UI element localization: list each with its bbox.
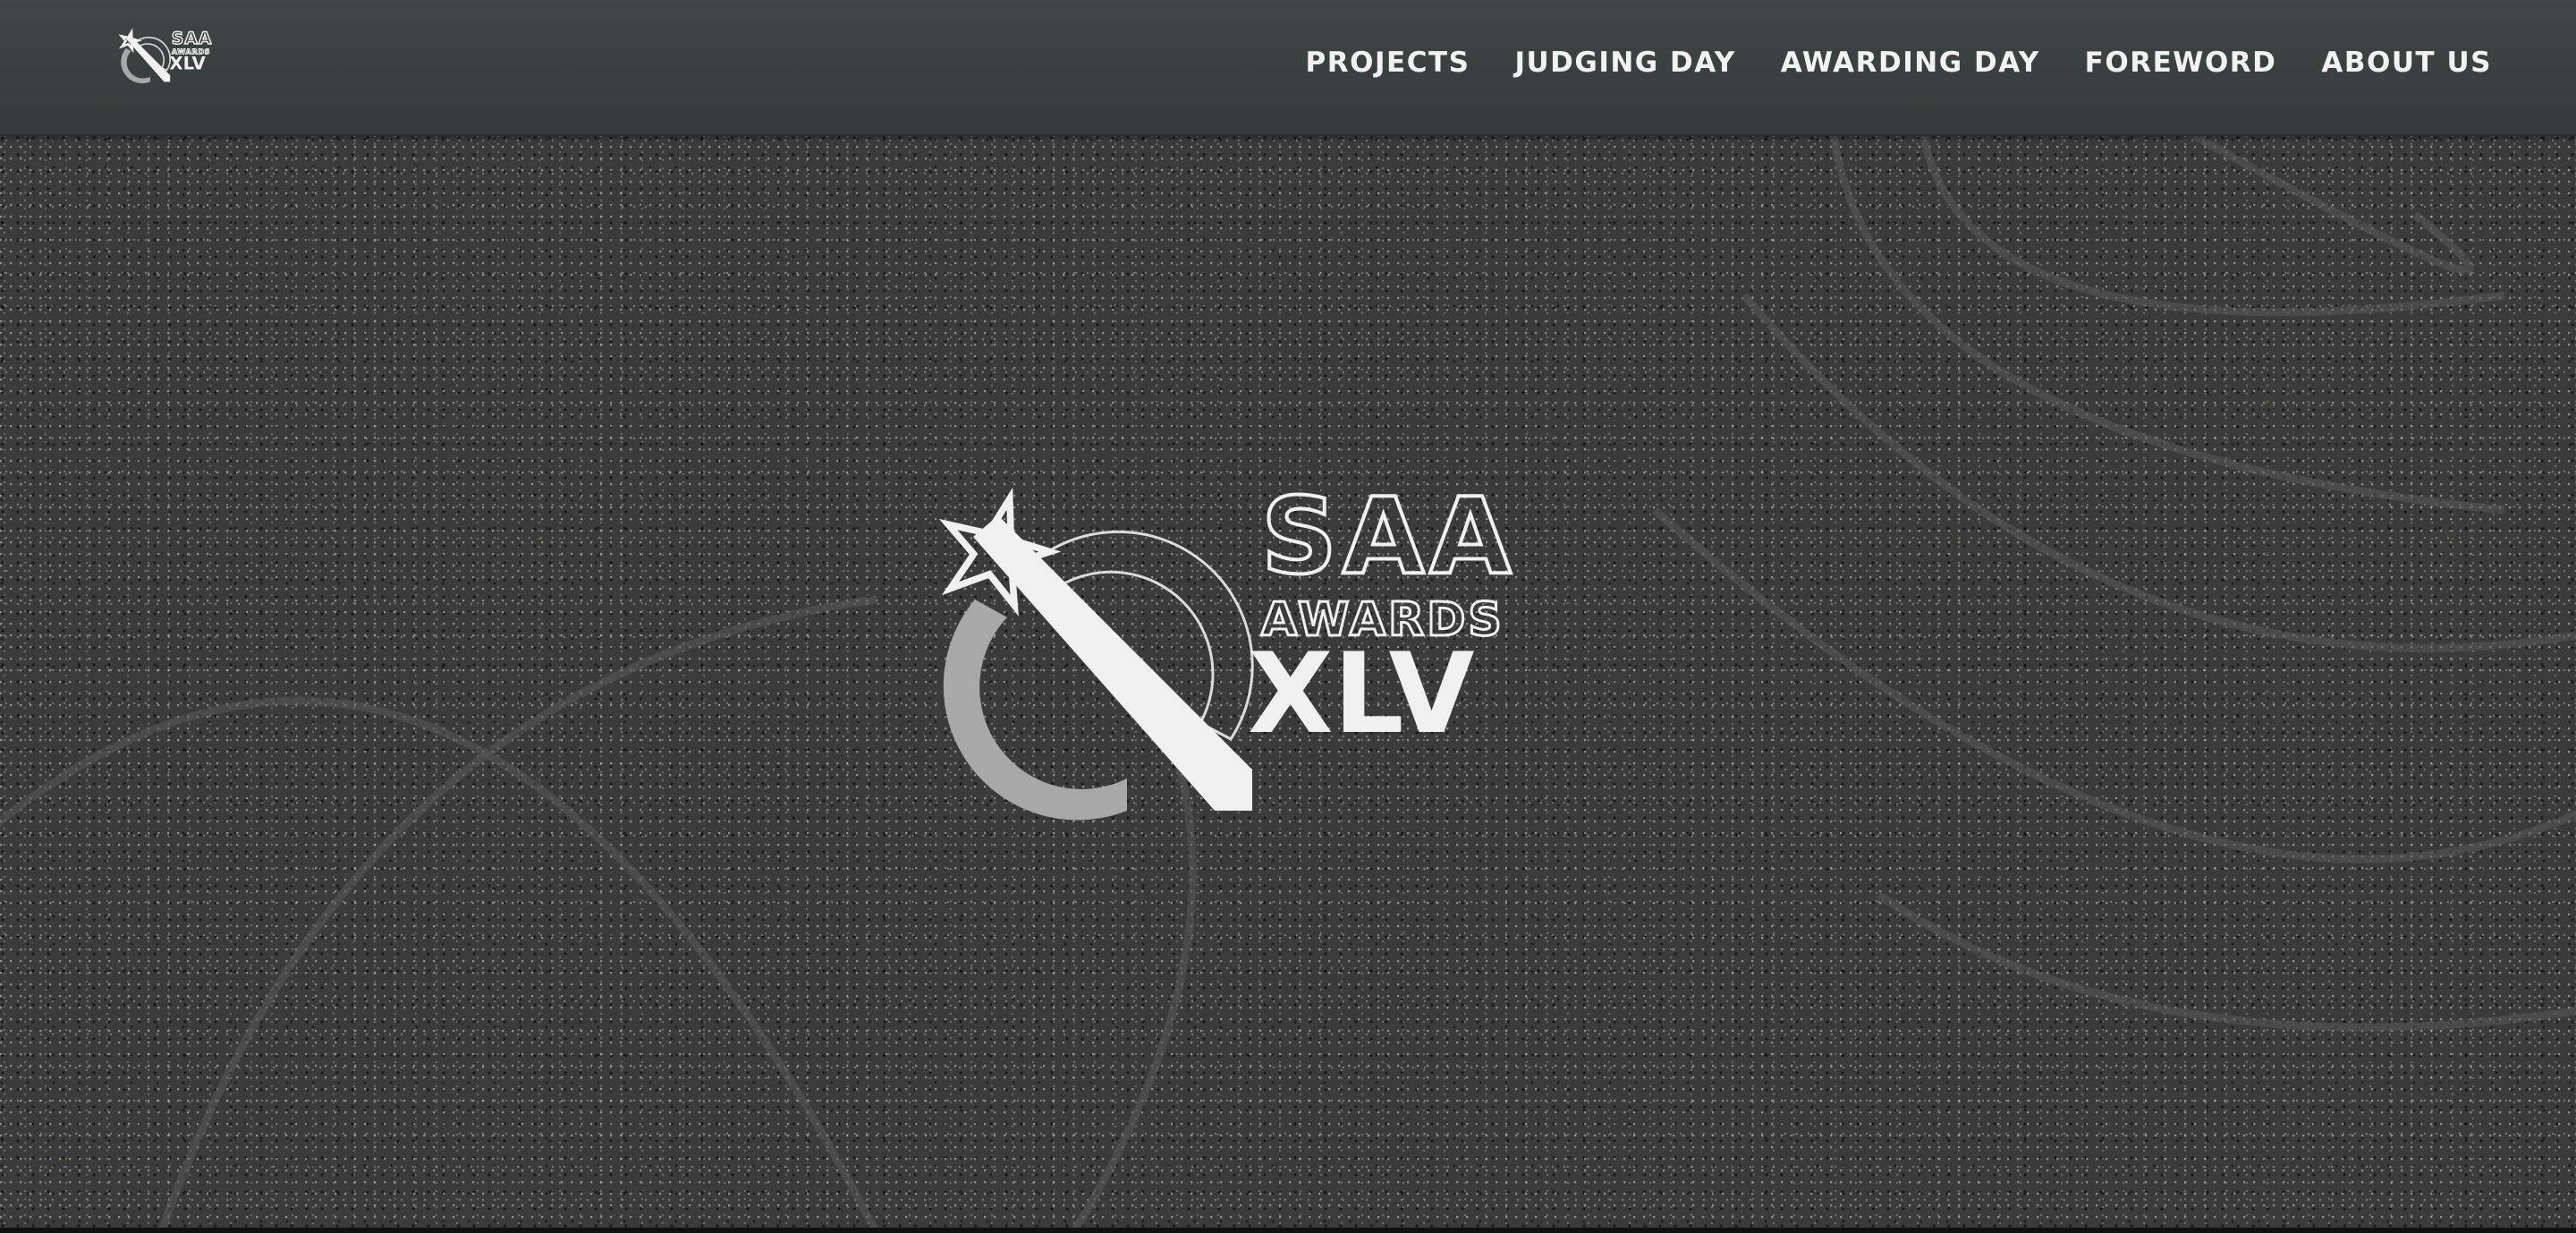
nav-about-us[interactable]: ABOUT US: [2321, 47, 2492, 79]
nav-brand-line3: XLV: [169, 53, 206, 73]
nav-projects[interactable]: PROJECTS: [1306, 47, 1470, 79]
nav-logo[interactable]: SAA AWARDS XLV: [93, 27, 242, 104]
nav-brand-line1: SAA: [172, 30, 212, 48]
window-bottom-edge: [0, 1228, 2576, 1233]
brand-line1: SAA: [1261, 474, 1517, 598]
hero-section: SAA AWARDS XLV: [0, 134, 2576, 1233]
nav-foreword[interactable]: FOREWORD: [2085, 47, 2277, 79]
brand-line3: XLV: [1248, 630, 1475, 759]
nav-menu: PROJECTS JUDGING DAY AWARDING DAY FOREWO…: [1306, 47, 2492, 79]
nav-awarding-day[interactable]: AWARDING DAY: [1781, 47, 2040, 79]
page: SAA AWARDS XLV SAA AWARDS XLV PROJECTS J…: [0, 0, 2576, 1233]
hero-logo: SAA AWARDS XLV: [938, 472, 1517, 821]
top-navbar: SAA AWARDS XLV PROJECTS JUDGING DAY AWAR…: [0, 0, 2576, 136]
nav-judging-day[interactable]: JUDGING DAY: [1514, 47, 1735, 79]
